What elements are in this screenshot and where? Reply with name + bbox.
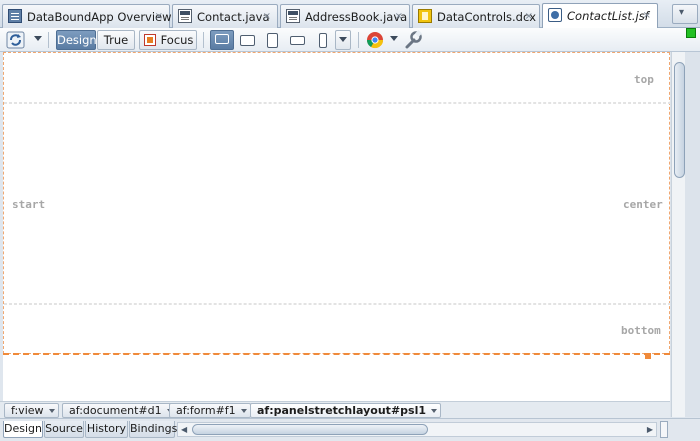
focus-button[interactable]: Focus bbox=[139, 30, 197, 50]
tab-datacontrols-dcx[interactable]: DataControls.dcx × bbox=[412, 4, 540, 28]
vertical-scrollbar[interactable] bbox=[670, 52, 700, 417]
tab-list-dropdown[interactable]: ▾ bbox=[672, 4, 698, 24]
split-handle[interactable] bbox=[660, 421, 668, 438]
phone-portrait-button[interactable] bbox=[310, 30, 334, 50]
tab-label: DataBoundApp Overview bbox=[27, 10, 172, 24]
java-file-icon bbox=[286, 9, 300, 23]
toolbar-separator bbox=[203, 32, 204, 48]
tab-databoundapp-overview[interactable]: DataBoundApp Overview × bbox=[2, 4, 172, 28]
scroll-track[interactable] bbox=[671, 52, 685, 417]
phone-portrait-icon bbox=[319, 33, 327, 48]
bottom-facet-divider bbox=[4, 303, 671, 305]
breadcrumb-item-panelstretchlayout[interactable]: af:panelstretchlayout#psl1 bbox=[250, 403, 442, 418]
tablet-portrait-button[interactable] bbox=[260, 30, 284, 50]
scroll-left-icon[interactable]: ◀ bbox=[181, 425, 187, 434]
chevron-down-icon bbox=[431, 409, 438, 413]
chevron-down-icon bbox=[339, 37, 347, 42]
java-file-icon bbox=[178, 9, 192, 23]
tab-design[interactable]: Design bbox=[3, 421, 43, 438]
scroll-right-icon[interactable]: ▶ bbox=[647, 425, 653, 434]
scroll-thumb[interactable] bbox=[674, 62, 685, 178]
toolbar-separator bbox=[358, 32, 359, 48]
selection-border bbox=[3, 353, 670, 355]
breadcrumb-item-form[interactable]: af:form#f1 bbox=[169, 403, 251, 418]
close-icon[interactable]: × bbox=[395, 11, 403, 22]
desktop-view-button[interactable] bbox=[210, 30, 234, 50]
chrome-browser-icon[interactable] bbox=[366, 30, 384, 50]
toolbar-separator bbox=[48, 32, 49, 48]
editor-tab-bar: DataBoundApp Overview × Contact.java × A… bbox=[0, 0, 700, 29]
scroll-thumb[interactable] bbox=[192, 424, 428, 435]
focus-label: Focus bbox=[160, 33, 194, 47]
breadcrumb-item-view[interactable]: f:view bbox=[4, 403, 59, 418]
top-facet-label: top bbox=[634, 73, 654, 86]
top-facet-divider bbox=[4, 102, 671, 104]
tab-bindings[interactable]: Bindings bbox=[129, 421, 177, 438]
tablet-landscape-button[interactable] bbox=[235, 30, 259, 50]
close-icon[interactable]: × bbox=[155, 11, 163, 22]
breadcrumb-item-document[interactable]: af:document#d1 bbox=[62, 403, 177, 418]
tab-source[interactable]: Source bbox=[44, 421, 84, 438]
tab-label: ContactList.jsf bbox=[567, 9, 649, 23]
center-facet-label: center bbox=[623, 198, 663, 211]
chevron-down-icon[interactable] bbox=[34, 36, 42, 41]
editor-bottom-tabs: Design Source History Bindings ◀ ▶ bbox=[0, 418, 700, 441]
resize-handle[interactable] bbox=[645, 353, 651, 359]
form-icon bbox=[8, 9, 22, 23]
device-dropdown[interactable] bbox=[335, 30, 351, 50]
bottom-facet-label: bottom bbox=[621, 324, 661, 337]
tab-contactlist-jsf[interactable]: ContactList.jsf × bbox=[542, 3, 658, 29]
breadcrumb-label: af:document#d1 bbox=[69, 404, 162, 417]
tablet-landscape-icon bbox=[240, 35, 255, 46]
breadcrumb-label: f:view bbox=[11, 404, 44, 417]
design-toolbar: Design True Focus bbox=[0, 28, 700, 52]
tab-contact-java[interactable]: Contact.java × bbox=[172, 4, 278, 28]
close-icon[interactable]: × bbox=[525, 11, 533, 22]
jsf-file-icon bbox=[548, 8, 562, 22]
start-facet-label: start bbox=[12, 198, 46, 211]
breadcrumb-label: af:panelstretchlayout#psl1 bbox=[257, 404, 427, 417]
phone-landscape-button[interactable] bbox=[285, 30, 309, 50]
panel-stretch-layout[interactable]: top start center bottom bbox=[3, 52, 671, 354]
desktop-icon bbox=[215, 34, 229, 44]
close-icon[interactable]: × bbox=[263, 11, 271, 22]
phone-landscape-icon bbox=[290, 36, 305, 45]
wrench-icon[interactable] bbox=[404, 30, 422, 50]
design-canvas[interactable]: top start center bottom bbox=[3, 52, 671, 401]
tab-addressbook-java[interactable]: AddressBook.java × bbox=[280, 4, 410, 28]
refresh-icon[interactable] bbox=[6, 30, 28, 50]
chevron-down-icon bbox=[48, 409, 55, 413]
breadcrumb-label: af:form#f1 bbox=[176, 404, 236, 417]
tab-history[interactable]: History bbox=[85, 421, 128, 438]
chevron-down-icon: ▾ bbox=[679, 7, 685, 18]
tab-label: Contact.java bbox=[197, 10, 270, 24]
focus-icon bbox=[144, 34, 156, 46]
tab-label: AddressBook.java bbox=[305, 10, 408, 24]
breadcrumb: f:view af:document#d1 af:form#f1 af:pane… bbox=[0, 401, 670, 418]
tablet-portrait-icon bbox=[267, 33, 278, 48]
data-controls-icon bbox=[418, 9, 432, 23]
chevron-down-icon bbox=[240, 409, 247, 413]
chevron-down-icon[interactable] bbox=[390, 36, 398, 41]
horizontal-scrollbar[interactable]: ◀ ▶ bbox=[177, 422, 657, 437]
green-status-icon bbox=[686, 28, 696, 38]
close-icon[interactable]: × bbox=[643, 10, 651, 21]
design-mode-button[interactable]: Design bbox=[56, 30, 97, 50]
tab-label: DataControls.dcx bbox=[437, 10, 537, 24]
true-mode-button[interactable]: True bbox=[97, 30, 135, 50]
